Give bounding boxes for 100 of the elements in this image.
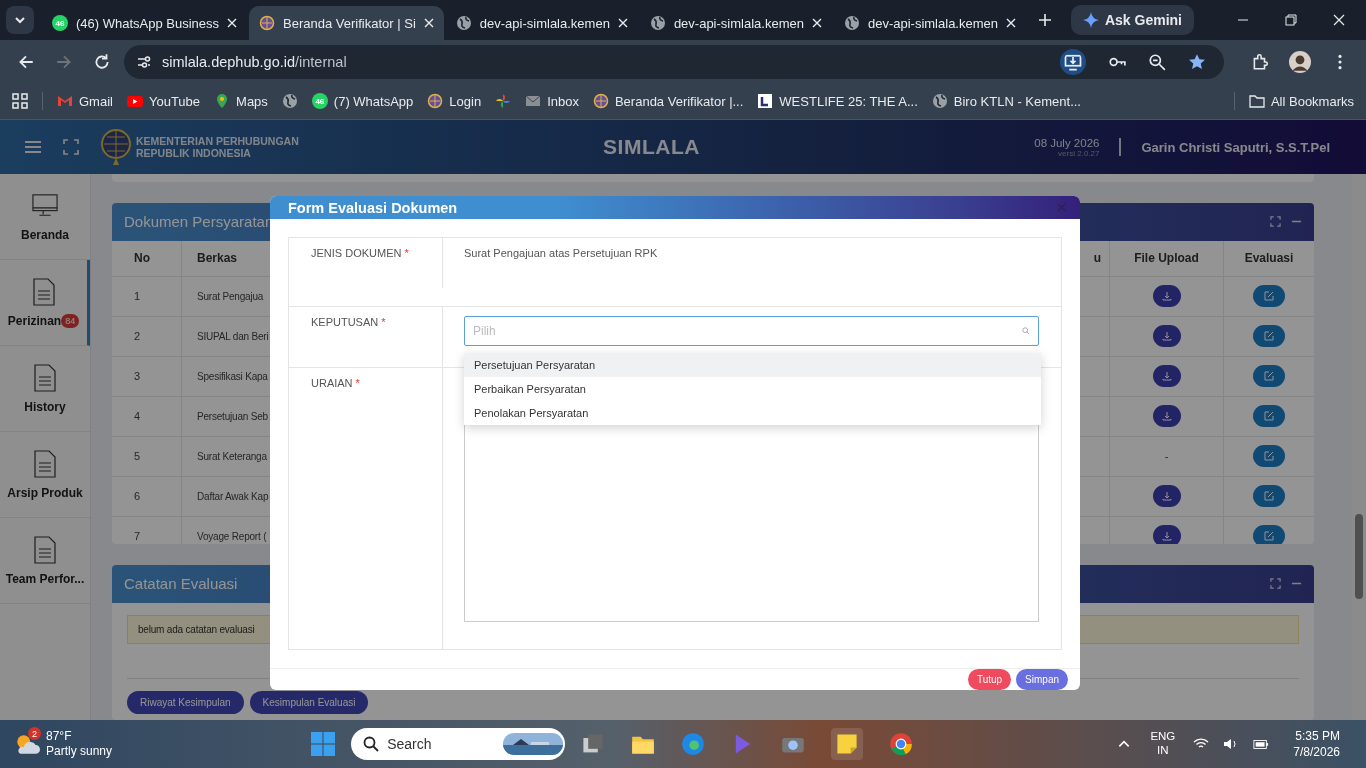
bookmark[interactable]: WESTLIFE 25: THE A... [757,93,918,110]
dropdown-option[interactable]: Penolakan Persyaratan [464,401,1041,425]
required-mark: * [381,316,386,328]
install-icon[interactable] [1060,48,1086,75]
browser-icon[interactable] [681,732,706,756]
start-icon[interactable] [311,732,336,756]
bookmark[interactable] [281,93,298,110]
download-icon [1161,331,1172,342]
sticky-notes-icon[interactable] [831,728,864,760]
apps-icon[interactable] [12,93,28,110]
expand-icon[interactable] [1270,216,1281,228]
download-button[interactable] [1152,285,1181,308]
clock[interactable]: 5:35 PM 7/8/2026 [1293,727,1340,761]
table-cell: Daftar Awak Kap [197,490,269,502]
globe-icon [931,93,948,110]
all-bookmarks-button[interactable]: All Bookmarks [1248,93,1354,110]
taskbar-search[interactable]: Search [351,728,566,760]
extensions-icon[interactable] [1251,52,1269,71]
notification-badge: 2 [28,727,41,740]
bookmark[interactable]: Inbox [525,93,579,110]
bookmark[interactable]: Login [427,93,482,110]
browser-tab[interactable]: dev-api-simlala.kemen [445,6,638,40]
sidebar-item[interactable]: Beranda [0,174,90,260]
expand-icon[interactable] [1270,578,1281,590]
field-value: Surat Pengajuan atas Persetujuan RPK [464,247,658,259]
browser-tab[interactable]: Beranda Verifikator | Si [249,6,444,40]
download-button[interactable] [1152,485,1181,508]
sidebar-label: History [24,399,66,414]
edit-icon [1264,451,1274,462]
edit-button[interactable] [1253,485,1285,508]
tab-title: dev-api-simlala.kemen [479,15,610,31]
fullscreen-icon[interactable] [62,139,80,155]
edit-button[interactable] [1253,365,1285,388]
sidebar-item[interactable]: Team Perfor... [0,518,90,604]
table-cell: - [1164,450,1169,463]
language-indicator[interactable]: ENG IN [1150,730,1176,758]
edit-button[interactable] [1253,285,1285,308]
folder-icon [1248,93,1265,110]
sidebar-item[interactable]: Arsip Produk [0,432,90,518]
table-cell: 4 [134,410,141,423]
bookmark[interactable]: Biro KTLN - Kement... [931,93,1081,110]
ask-gemini-button[interactable]: Ask Gemini [1070,5,1194,35]
edit-icon [1264,411,1274,422]
sidebar-label: Beranda [21,227,69,242]
search-field[interactable]: Pilih [464,316,1039,346]
sparkle-icon [1082,12,1099,28]
edit-button[interactable] [1253,525,1285,544]
logo-icon [757,93,774,110]
user-name: Garin Christi Saputri, S.S.T.Pel [1141,139,1330,155]
address-bar[interactable]: simlala.dephub.go.id/internal [124,44,1224,79]
emblem-icon [259,15,276,31]
sidebar-item[interactable]: History [0,346,90,432]
site-settings-icon[interactable] [136,53,152,70]
save-button[interactable]: Simpan [1016,669,1068,690]
download-button[interactable] [1152,365,1181,388]
profile-avatar[interactable] [1289,50,1311,73]
bookmark[interactable]: Maps [214,93,268,110]
tab-title: Beranda Verifikator | Si [283,15,416,31]
edit-button[interactable] [1253,325,1285,348]
restore-icon[interactable] [1285,14,1297,26]
edit-icon [1264,371,1274,382]
zoom-icon[interactable] [1148,52,1166,71]
download-icon [1161,531,1172,542]
sidebar-item[interactable]: Perizinan 84 [0,260,90,346]
weather-widget[interactable]: 2 87°F Partly sunny [14,729,113,759]
column-header: File Upload [1134,251,1199,266]
edit-button[interactable] [1253,405,1285,428]
tab-title: (46) WhatsApp Business [76,15,220,31]
play-icon [126,93,143,110]
tab-search-button[interactable] [6,6,34,34]
bookmark[interactable]: Beranda Verifikator |... [592,93,744,110]
download-button[interactable] [1152,405,1181,428]
notes-button[interactable]: Riwayat Kesimpulan [127,690,244,714]
bookmark[interactable] [495,93,512,110]
download-button[interactable] [1152,525,1181,544]
globe-icon [281,93,298,110]
close-button[interactable]: Tutup [967,669,1012,690]
battery-icon[interactable] [1253,737,1270,751]
dropdown-option[interactable]: Persetujuan Persyaratan [464,353,1041,377]
browser-tab[interactable]: 46 (46) WhatsApp Business [42,6,248,40]
chrome-icon[interactable] [889,732,914,756]
reload-icon[interactable] [93,52,111,71]
browser-tab[interactable]: dev-api-simlala.kemen [833,6,1026,40]
column-header: No [134,251,150,266]
table-cell: 6 [134,490,141,503]
bookmark[interactable]: Gmail [57,93,113,110]
tab-title: dev-api-simlala.kemen [867,15,998,31]
sidebar-label: Team Perfor... [5,571,85,586]
scrollbar-thumb[interactable] [1355,514,1363,599]
date-text: 08 July 2026 [1034,136,1100,149]
bookmark[interactable]: 46 (7) WhatsApp [311,93,414,110]
edit-button[interactable] [1253,445,1285,468]
bookmark[interactable]: YouTube [126,93,201,110]
star-icon[interactable] [1188,52,1206,71]
new-tab-icon[interactable] [1038,13,1052,27]
dropdown-option[interactable]: Perbaikan Persyaratan [464,377,1041,401]
version-text: versi 2.0.27 [1058,148,1100,158]
download-button[interactable] [1152,325,1181,348]
browser-tab[interactable]: dev-api-simlala.kemen [639,6,832,40]
notes-button[interactable]: Kesimpulan Evaluasi [249,690,369,714]
